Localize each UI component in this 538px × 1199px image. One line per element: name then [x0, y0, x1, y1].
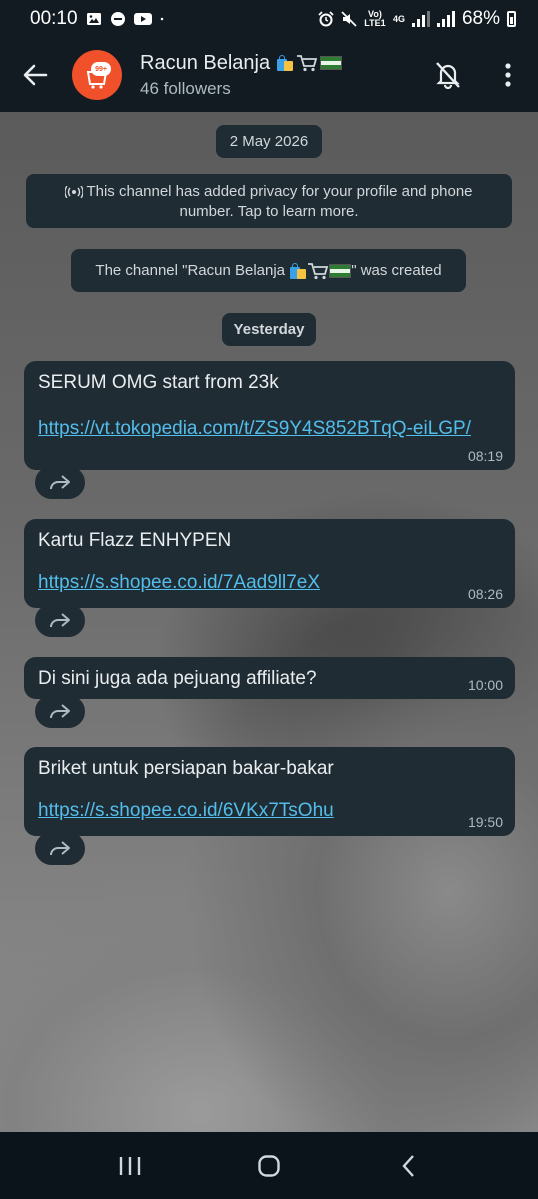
battery-percent: 68%: [461, 8, 500, 29]
channel-title: Racun Belanja: [140, 52, 418, 75]
home-icon: [258, 1154, 280, 1177]
message-time: 10:00: [467, 677, 503, 693]
system-nav-bar: [0, 1132, 538, 1199]
forward-button[interactable]: [35, 466, 85, 499]
avatar-badge: 99+: [91, 62, 111, 76]
chevron-left-icon: [402, 1154, 415, 1177]
created-prefix: The channel "Racun Belanja: [95, 262, 286, 279]
money-icon: [320, 56, 343, 70]
chat-area[interactable]: 2 May 2026 This channel has added privac…: [0, 112, 538, 1132]
channel-info[interactable]: Racun Belanja 46 followers: [140, 52, 418, 99]
mute-notifications-button[interactable]: [418, 38, 478, 112]
mute-icon: [341, 11, 357, 27]
gallery-icon: [86, 13, 101, 25]
battery-icon: [507, 11, 516, 27]
message-time: 19:50: [467, 814, 503, 830]
created-suffix: " was created: [351, 262, 442, 279]
back-nav-button[interactable]: [378, 1136, 438, 1196]
more-options-button[interactable]: [478, 38, 538, 112]
alarm-icon: [318, 11, 334, 27]
shopping-bags-icon: [289, 262, 307, 280]
broadcast-icon: [64, 185, 85, 199]
shopping-bags-icon: [276, 54, 294, 72]
forward-icon: [50, 703, 70, 718]
signal-icon-1: [411, 11, 430, 27]
message-link[interactable]: https://s.shopee.co.id/6VKx7TsOhu: [38, 799, 501, 823]
message-time: 08:19: [467, 448, 503, 464]
net-type-label: 4G: [392, 13, 405, 24]
date-separator: 2 May 2026: [216, 125, 322, 158]
message-bubble[interactable]: Kartu Flazz ENHYPEN https://s.shopee.co.…: [24, 519, 515, 608]
date-separator-yesterday: Yesterday: [222, 313, 316, 346]
volte-label: Vo) LTE1: [364, 9, 386, 28]
forward-icon: [50, 840, 70, 855]
forward-button[interactable]: [35, 832, 85, 865]
back-arrow-icon: [23, 64, 48, 86]
message-bubble[interactable]: Di sini juga ada pejuang affiliate? 10:0…: [24, 657, 515, 699]
privacy-notice[interactable]: This channel has added privacy for your …: [26, 174, 512, 228]
channel-header: 99+ Racun Belanja 46 followers: [0, 38, 538, 112]
message-text: Kartu Flazz ENHYPEN: [38, 530, 232, 551]
back-button[interactable]: [0, 38, 70, 112]
message-text: Di sini juga ada pejuang affiliate?: [38, 668, 317, 689]
channel-name: Racun Belanja: [140, 51, 271, 74]
forward-icon: [50, 612, 70, 627]
bell-off-icon: [436, 62, 460, 89]
recent-apps-button[interactable]: [100, 1136, 160, 1196]
message-time: 08:26: [467, 586, 503, 602]
recents-icon: [119, 1156, 140, 1175]
more-vert-icon: [505, 63, 511, 87]
channel-avatar[interactable]: 99+: [72, 50, 122, 100]
shopping-cart-icon: [308, 263, 329, 280]
privacy-notice-text: This channel has added privacy for your …: [86, 183, 473, 220]
channel-created-notice: The channel "Racun Belanja " was created: [71, 249, 466, 292]
money-icon: [329, 264, 352, 279]
status-bar: 00:10 Vo) LTE1 4G 68%: [0, 0, 538, 38]
message-text: Briket untuk persiapan bakar-bakar: [38, 758, 334, 779]
youtube-icon: [133, 13, 152, 25]
forward-button[interactable]: [35, 604, 85, 637]
shopping-cart-icon: [297, 55, 318, 72]
forward-icon: [50, 474, 70, 489]
message-text: SERUM OMG start from 23k: [38, 372, 279, 393]
dot-icon: [160, 17, 163, 21]
followers-count: 46 followers: [140, 78, 231, 98]
dnd-icon: [110, 12, 125, 26]
signal-icon-2: [436, 11, 455, 27]
message-bubble[interactable]: Briket untuk persiapan bakar-bakar https…: [24, 747, 515, 836]
status-time: 00:10: [30, 8, 78, 29]
forward-button[interactable]: [35, 695, 85, 728]
message-bubble[interactable]: SERUM OMG start from 23k https://vt.toko…: [24, 361, 515, 470]
home-button[interactable]: [239, 1136, 299, 1196]
message-link[interactable]: https://vt.tokopedia.com/t/ZS9Y4S852BTqQ…: [38, 417, 501, 441]
message-link[interactable]: https://s.shopee.co.id/7Aad9ll7eX: [38, 571, 501, 595]
